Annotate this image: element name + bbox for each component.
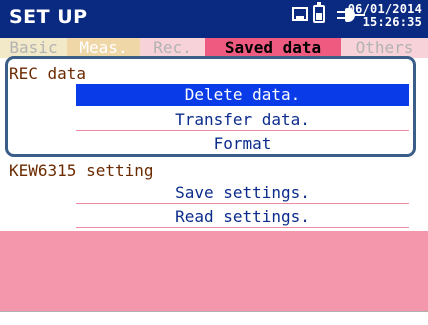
screen-title: SET UP [9, 6, 88, 28]
tab-others[interactable]: Others [341, 38, 428, 58]
read-settings-label: Read settings. [175, 207, 310, 226]
rec-data-highlight-frame [5, 56, 416, 157]
tab-rec[interactable]: Rec. [140, 38, 205, 58]
time-display: 15:26:35 [362, 15, 422, 29]
tab-basic[interactable]: Basic [0, 38, 67, 58]
empty-band [0, 231, 428, 311]
tab-saved-data[interactable]: Saved data [205, 38, 341, 58]
sd-card-icon [292, 7, 308, 21]
setup-screen: SET UP 06/01/2014 15:26:35 Basic Meas. R… [0, 0, 428, 325]
date-display: 06/01/2014 [347, 2, 422, 16]
row-underline [76, 203, 409, 204]
title-bar: SET UP 06/01/2014 15:26:35 [0, 0, 428, 38]
read-settings-button[interactable]: Read settings. [76, 206, 409, 228]
save-settings-label: Save settings. [175, 183, 310, 202]
tab-meas[interactable]: Meas. [67, 38, 140, 58]
tab-bar: Basic Meas. Rec. Saved data Others [0, 38, 428, 58]
battery-icon [313, 2, 325, 23]
device-setting-label: KEW6315 setting [9, 161, 154, 180]
save-settings-button[interactable]: Save settings. [76, 182, 409, 204]
row-underline [76, 227, 409, 228]
divider [0, 311, 428, 312]
